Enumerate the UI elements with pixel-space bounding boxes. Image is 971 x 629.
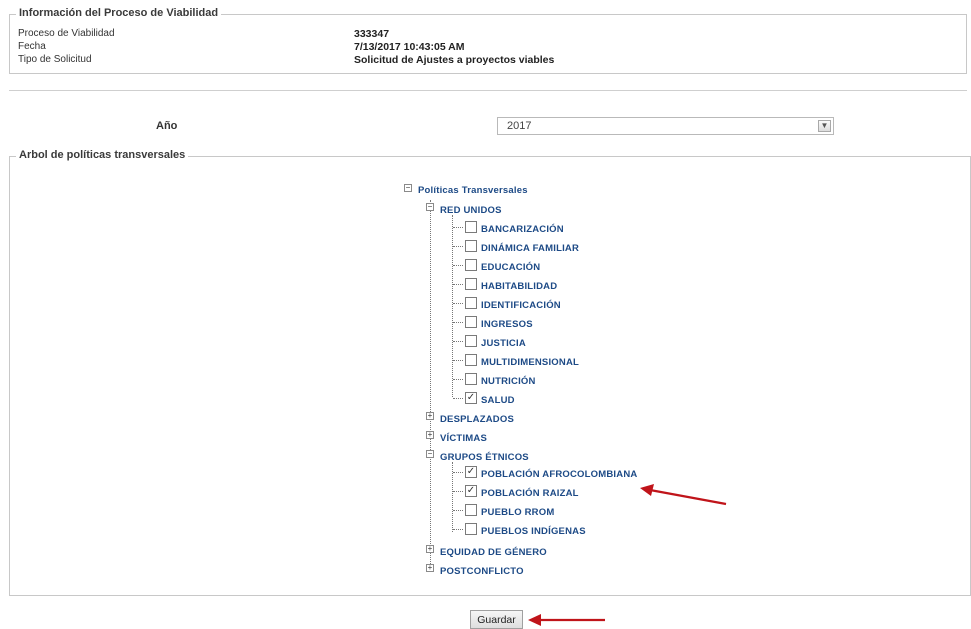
expand-icon[interactable]: + [426,545,434,553]
date-value: 7/13/2017 10:43:05 AM [354,41,465,53]
tree-node-red-unidos: − RED UNIDOS [426,200,626,217]
tree-leaf: NUTRICIÓN [453,373,673,390]
checkbox[interactable] [465,354,477,366]
tree-leaf: HABITABILIDAD [453,278,673,295]
tree-leaf: JUSTICIA [453,335,673,352]
tree-root-label[interactable]: Políticas Transversales [418,185,528,196]
tree-line [453,322,463,323]
tree-root: − Políticas Transversales [404,181,604,198]
tree-leaf: PUEBLOS INDÍGENAS [453,523,693,540]
tree-node-postconflicto: + POSTCONFLICTO [426,561,626,578]
checkbox-checked[interactable]: ✓ [465,392,477,404]
checkbox[interactable] [465,373,477,385]
collapse-icon[interactable]: − [426,450,434,458]
collapse-icon[interactable]: − [404,184,412,192]
save-button[interactable]: Guardar [470,610,523,629]
checkbox[interactable] [465,297,477,309]
collapse-icon[interactable]: − [426,203,434,211]
checkbox[interactable] [465,221,477,233]
tree-line [453,227,463,228]
tree-leaf: ✓ SALUD [453,392,673,409]
section-divider [9,90,967,91]
tree-leaf: ✓ POBLACIÓN AFROCOLOMBIANA [453,466,693,483]
tree-leaf-label[interactable]: IDENTIFICACIÓN [481,300,561,311]
checkbox[interactable] [465,504,477,516]
checkbox[interactable] [465,523,477,535]
tree-node-victimas: + VÍCTIMAS [426,428,626,445]
process-info-legend: Información del Proceso de Viabilidad [16,7,222,19]
tree-line [453,491,463,492]
tree-leaf-label[interactable]: PUEBLO RROM [481,507,554,518]
expand-icon[interactable]: + [426,564,434,572]
annotation-arrow-icon [528,614,605,626]
tree-leaf-label[interactable]: DINÁMICA FAMILIAR [481,243,579,254]
tree-leaf-label[interactable]: INGRESOS [481,319,533,330]
tree-leaf: IDENTIFICACIÓN [453,297,673,314]
tree-line [453,510,463,511]
tree-line [453,284,463,285]
tree-leaf-label[interactable]: HABITABILIDAD [481,281,557,292]
checkbox[interactable] [465,335,477,347]
tree-leaf: BANCARIZACIÓN [453,221,673,238]
checkbox-checked[interactable]: ✓ [465,485,477,497]
tree-node-grupos-etnicos: − GRUPOS ÉTNICOS [426,447,626,464]
expand-icon[interactable]: + [426,412,434,420]
tree-leaf: INGRESOS [453,316,673,333]
tree-node-desplazados: + DESPLAZADOS [426,409,626,426]
tree-leaf-label[interactable]: POBLACIÓN RAIZAL [481,488,579,499]
tree-node-label[interactable]: DESPLAZADOS [440,414,514,425]
tree-leaf: MULTIDIMENSIONAL [453,354,673,371]
tree-line [453,379,463,380]
tree-line [453,472,463,473]
tree-leaf: EDUCACIÓN [453,259,673,276]
tree-leaf-label[interactable]: MULTIDIMENSIONAL [481,357,579,368]
date-label: Fecha [18,41,46,52]
year-select[interactable]: 2017 ▼ [497,117,834,135]
checkbox[interactable] [465,240,477,252]
process-id-label: Proceso de Viabilidad [18,28,115,39]
tree-node-label[interactable]: RED UNIDOS [440,205,502,216]
annotation-arrow-icon [640,484,727,506]
chevron-down-icon[interactable]: ▼ [818,120,831,132]
tree-line [453,265,463,266]
request-type-label: Tipo de Solicitud [18,54,92,65]
tree-line [453,398,463,399]
tree-node-label[interactable]: EQUIDAD DE GÉNERO [440,547,547,558]
checkbox[interactable] [465,316,477,328]
tree-leaf-label[interactable]: POBLACIÓN AFROCOLOMBIANA [481,469,637,480]
expand-icon[interactable]: + [426,431,434,439]
tree-line [453,303,463,304]
tree-node-equidad: + EQUIDAD DE GÉNERO [426,542,626,559]
request-type-value: Solicitud de Ajustes a proyectos viables [354,54,555,66]
year-label: Año [156,120,178,132]
checkbox[interactable] [465,259,477,271]
tree-leaf: DINÁMICA FAMILIAR [453,240,673,257]
tree-node-label[interactable]: GRUPOS ÉTNICOS [440,452,529,463]
tree-node-label[interactable]: VÍCTIMAS [440,433,487,444]
policies-tree-legend: Arbol de políticas transversales [16,149,189,161]
tree-leaf-label[interactable]: JUSTICIA [481,338,526,349]
tree-node-label[interactable]: POSTCONFLICTO [440,566,524,577]
tree-line [453,341,463,342]
process-id-value: 333347 [354,28,390,40]
checkbox[interactable] [465,278,477,290]
tree-leaf-label[interactable]: BANCARIZACIÓN [481,224,564,235]
tree-leaf-label[interactable]: EDUCACIÓN [481,262,540,273]
tree-leaf-label[interactable]: NUTRICIÓN [481,376,536,387]
tree-line [453,360,463,361]
tree-line [430,200,431,570]
tree-line [453,529,463,530]
tree-leaf-label[interactable]: SALUD [481,395,515,406]
year-selected-value: 2017 [507,120,532,132]
tree-leaf-label[interactable]: PUEBLOS INDÍGENAS [481,526,586,537]
checkbox-checked[interactable]: ✓ [465,466,477,478]
tree-line [453,246,463,247]
